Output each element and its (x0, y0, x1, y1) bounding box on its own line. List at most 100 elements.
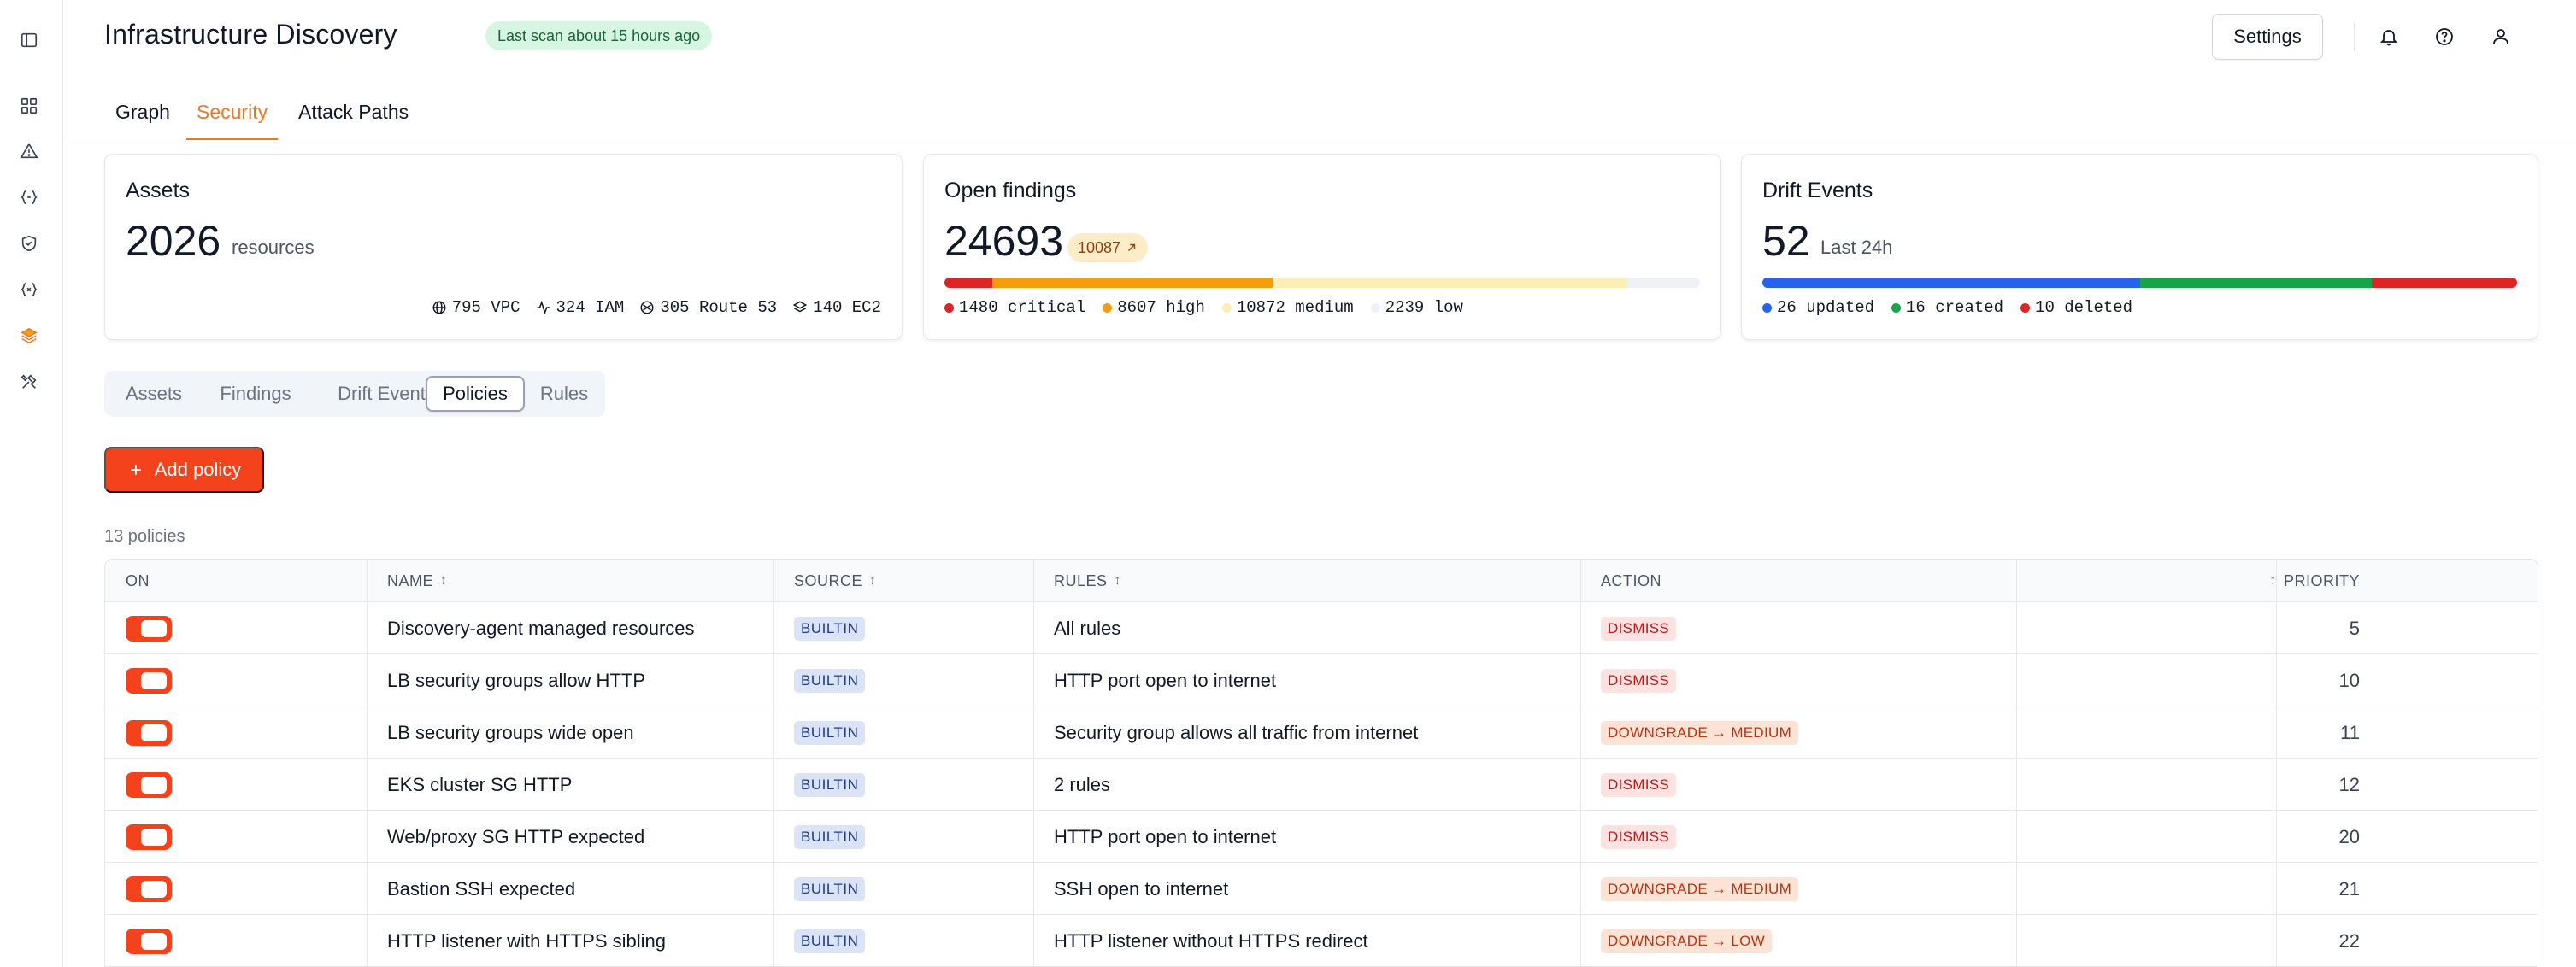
cell-on (126, 759, 172, 811)
source-badge: BUILTIN (794, 876, 866, 901)
action-badge: DOWNGRADE → MEDIUM (1601, 876, 1799, 901)
action-badge: DISMISS (1601, 772, 1677, 797)
cell-source: BUILTIN (794, 654, 866, 706)
cell-name: Discovery-agent managed resources (387, 617, 695, 639)
drift-legend: 26 updated 16 created 10 deleted (1762, 298, 2132, 317)
cell-action: DOWNGRADE → MEDIUM (1601, 863, 1799, 915)
cell-rules: Security group allows all traffic from i… (1054, 721, 1419, 743)
cell-action: DISMISS (1601, 654, 1677, 706)
assets-count: 2026 (126, 217, 221, 265)
severity-bar (944, 278, 1700, 288)
subtab-assets[interactable]: Assets (109, 376, 198, 412)
cell-action: DISMISS (1601, 602, 1677, 654)
code-braces-icon[interactable] (17, 185, 41, 209)
help-icon[interactable] (2426, 19, 2462, 55)
enabled-toggle[interactable] (126, 928, 172, 954)
legend-dot (2020, 302, 2031, 313)
table-row[interactable]: LB security groups wide open BUILTIN Secur… (105, 706, 2538, 759)
action-badge: DOWNGRADE → MEDIUM (1601, 720, 1799, 745)
cell-source: BUILTIN (794, 602, 866, 654)
subtab-policies[interactable]: Policies (426, 376, 525, 412)
subtab-findings[interactable]: Findings (203, 376, 308, 412)
action-badge: DOWNGRADE → LOW (1601, 929, 1772, 953)
cell-rules: HTTP listener without HTTPS redirect (1054, 929, 1368, 952)
tab-security[interactable]: Security (186, 101, 279, 140)
table-header: ON NAME ↕ SOURCE ↕ RULES ↕ ACTION ↕ PRIORITY (105, 560, 2538, 602)
legend-dot (1370, 302, 1380, 313)
asset-type-vpc: 795 VPC (432, 298, 520, 317)
col-priority[interactable]: ↕ PRIORITY (2168, 560, 2360, 602)
enabled-toggle[interactable] (126, 823, 172, 850)
bell-icon[interactable] (2371, 19, 2407, 55)
table-row[interactable]: LB security groups allow HTTP BUILTIN HTTP… (105, 654, 2538, 706)
tab-attack-paths[interactable]: Attack Paths (298, 101, 409, 138)
asset-type-ec2: 140 EC2 (792, 298, 881, 317)
cell-priority: 22 (2338, 929, 2360, 952)
source-badge: BUILTIN (794, 929, 866, 953)
sort-icon: ↕ (1114, 573, 1122, 588)
cell-on (126, 654, 172, 706)
cell-priority: 5 (2349, 617, 2360, 639)
sidebar-toggle-icon[interactable] (17, 28, 41, 52)
cell-priority: 10 (2338, 669, 2360, 691)
drift-legend-item: 16 created (1891, 298, 2003, 317)
col-name[interactable]: NAME ↕ (387, 560, 448, 602)
action-badge: DISMISS (1601, 824, 1677, 849)
drift-events-card: Drift Events 52 Last 24h 26 updated 16 cr… (1741, 154, 2538, 340)
table-row[interactable]: Web/proxy SG HTTP expected BUILTIN HTTP po… (105, 811, 2538, 863)
drift-bar (1762, 278, 2517, 288)
findings-delta-badge: 10087 (1067, 233, 1149, 262)
main-tabs: Graph Security Attack Paths (63, 89, 2576, 140)
enabled-toggle[interactable] (126, 615, 172, 642)
asset-type-iam: 324 IAM (536, 298, 624, 317)
enabled-toggle[interactable] (126, 771, 172, 798)
dashboard-icon[interactable] (17, 94, 41, 118)
cell-rules: HTTP port open to internet (1054, 825, 1277, 847)
enabled-toggle[interactable] (126, 719, 172, 746)
user-icon[interactable] (2483, 19, 2519, 55)
cell-name: Bastion SSH expected (387, 877, 576, 900)
legend-dot (1891, 302, 1902, 313)
table-row[interactable]: HTTP listener with HTTPS sibling BUILTIN H… (105, 915, 2538, 967)
tab-graph[interactable]: Graph (115, 101, 170, 138)
sort-icon: ↕ (440, 573, 448, 588)
cell-on (126, 915, 172, 967)
source-badge: BUILTIN (794, 824, 866, 849)
assets-breakdown: 795 VPC 324 IAM 305 Route 53 140 EC2 (432, 298, 881, 317)
severity-legend: 1480 critical 8607 high 10872 medium 2239 l… (944, 298, 1463, 317)
severity-bar-segment (1273, 278, 1627, 288)
enabled-toggle[interactable] (126, 876, 172, 902)
cell-priority: 12 (2338, 773, 2360, 795)
cell-name: Web/proxy SG HTTP expected (387, 825, 645, 847)
source-badge: BUILTIN (794, 668, 866, 693)
enabled-toggle[interactable] (126, 667, 172, 694)
add-policy-button[interactable]: Add policy (104, 447, 264, 493)
tools-icon[interactable] (17, 370, 41, 394)
policies-table: ON NAME ↕ SOURCE ↕ RULES ↕ ACTION ↕ PRIORITY… (104, 559, 2538, 967)
alert-triangle-icon[interactable] (17, 139, 41, 163)
table-row[interactable]: Discovery-agent managed resources BUILTIN… (105, 602, 2538, 654)
subtab-rules[interactable]: Rules (528, 376, 600, 412)
table-row[interactable]: Bastion SSH expected BUILTIN SSH open to i… (105, 863, 2538, 915)
cell-on (126, 602, 172, 654)
col-source[interactable]: SOURCE ↕ (794, 560, 877, 602)
code-variable-icon[interactable] (17, 278, 41, 302)
col-rules[interactable]: RULES ↕ (1054, 560, 1121, 602)
drift-period: Last 24h (1820, 237, 1893, 258)
asset-type-route53: 305 Route 53 (639, 298, 777, 317)
cell-source: BUILTIN (794, 706, 866, 759)
cell-on (126, 863, 172, 915)
cell-action: DOWNGRADE → LOW (1601, 915, 1772, 967)
table-row[interactable]: EKS cluster SG HTTP BUILTIN 2 rules DISMISS… (105, 759, 2538, 811)
severity-legend-item: 10872 medium (1221, 298, 1354, 317)
layers-icon (792, 301, 808, 313)
assets-card-title: Assets (126, 179, 191, 202)
cell-action: DISMISS (1601, 759, 1677, 811)
cell-priority: 21 (2338, 877, 2360, 900)
last-scan-badge: Last scan about 15 hours ago (485, 21, 713, 50)
plus-icon (130, 465, 141, 475)
cell-rules: HTTP port open to internet (1054, 669, 1277, 691)
layers-icon[interactable] (17, 324, 41, 348)
settings-button[interactable]: Settings (2212, 14, 2323, 60)
shield-icon[interactable] (17, 231, 41, 255)
